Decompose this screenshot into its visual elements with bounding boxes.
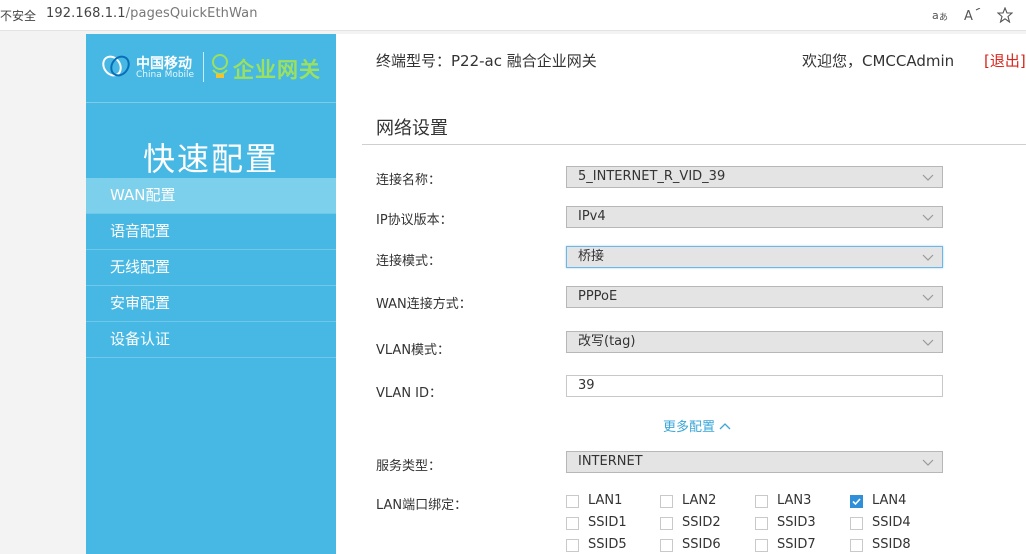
ip-version-label: IP协议版本：: [376, 213, 453, 228]
port-label: SSID5: [588, 537, 627, 552]
security-warning-label[interactable]: 不安全: [0, 7, 36, 24]
wan-type-value: PPPoE: [578, 289, 618, 304]
welcome-text: 欢迎您，CMCCAdmin: [802, 52, 955, 70]
chevron-down-icon: [922, 174, 934, 181]
port-label: SSID2: [682, 515, 721, 530]
port-label: SSID8: [872, 537, 911, 552]
wan-type-label: WAN连接方式：: [376, 297, 472, 312]
url-path: /pagesQuickEthWan: [125, 6, 258, 21]
port-label: SSID4: [872, 515, 911, 530]
more-config-toggle[interactable]: 更多配置: [663, 416, 731, 435]
vlan-id-input[interactable]: 39: [566, 375, 943, 397]
lan-binding-label: LAN端口绑定：: [376, 498, 468, 513]
connection-mode-select[interactable]: 桥接: [566, 246, 943, 268]
wan-type-select[interactable]: PPPoE: [566, 286, 943, 308]
checkbox-box: [755, 495, 768, 508]
checkbox-box: [660, 539, 673, 552]
sidebar-menu: WAN配置 语音配置 无线配置 安审配置 设备认证: [86, 178, 336, 358]
sidebar-title: 快速配置: [142, 140, 279, 178]
text-size-icon[interactable]: A: [962, 4, 984, 26]
favorite-star-icon[interactable]: [994, 4, 1016, 26]
china-mobile-logo-icon: [102, 55, 130, 77]
more-config-label: 更多配置: [663, 420, 716, 435]
connection-name-value: 5_INTERNET_R_VID_39: [578, 169, 726, 184]
logout-link[interactable]: [退出]: [984, 50, 1026, 71]
connection-name-select[interactable]: 5_INTERNET_R_VID_39: [566, 166, 943, 188]
checkbox-box: [660, 517, 673, 530]
ip-version-value: IPv4: [578, 209, 606, 224]
port-label: SSID6: [682, 537, 721, 552]
connection-mode-value: 桥接: [578, 249, 605, 264]
checkbox-box: [850, 539, 863, 552]
vlan-id-label: VLAN ID：: [376, 386, 443, 401]
port-label: SSID1: [588, 515, 627, 530]
enterprise-gateway-logo-icon: [212, 54, 228, 78]
brand-name-en: China Mobile: [136, 70, 195, 80]
section-divider: [362, 144, 1026, 145]
chevron-down-icon: [922, 459, 934, 466]
section-title: 网络设置: [376, 118, 448, 139]
port-label: SSID7: [777, 537, 816, 552]
browser-toolbar-icons: aあ A: [930, 3, 1026, 27]
ip-version-select[interactable]: IPv4: [566, 206, 943, 228]
product-name: 企业网关: [233, 58, 321, 82]
chevron-down-icon: [922, 214, 934, 221]
checkbox-box: [850, 517, 863, 530]
chevron-up-icon: [719, 423, 731, 430]
logo-divider: [203, 52, 204, 82]
sidebar-item-device-auth[interactable]: 设备认证: [86, 322, 336, 358]
port-label: LAN2: [682, 493, 717, 508]
vlan-mode-label: VLAN模式：: [376, 343, 451, 358]
svg-text:a: a: [932, 9, 939, 22]
read-aloud-icon[interactable]: aあ: [930, 4, 952, 26]
connection-mode-label: 连接模式：: [376, 254, 442, 269]
checkbox-box: [755, 539, 768, 552]
sidebar-item-wan[interactable]: WAN配置: [86, 178, 336, 214]
checkbox-box: [566, 495, 579, 508]
svg-text:A: A: [964, 9, 973, 22]
chevron-down-icon: [922, 254, 934, 261]
port-label: LAN3: [777, 493, 812, 508]
port-label: LAN1: [588, 493, 623, 508]
checkbox-box: [660, 495, 673, 508]
vlan-mode-select[interactable]: 改写(tag): [566, 331, 943, 353]
checkbox-checked-icon: [850, 495, 863, 508]
browser-address-bar: 不安全 192.168.1.1/pagesQuickEthWan aあ A: [0, 0, 1026, 31]
connection-name-label: 连接名称：: [376, 173, 442, 188]
port-label: SSID3: [777, 515, 816, 530]
url-host: 192.168.1.1: [46, 6, 126, 21]
sidebar-item-wireless[interactable]: 无线配置: [86, 250, 336, 286]
vlan-mode-value: 改写(tag): [578, 334, 636, 349]
checkbox-box: [566, 517, 579, 530]
checkbox-box: [566, 539, 579, 552]
service-type-label: 服务类型：: [376, 459, 442, 474]
sidebar-item-security-audit[interactable]: 安审配置: [86, 286, 336, 322]
svg-text:あ: あ: [939, 12, 948, 22]
sidebar-item-voice[interactable]: 语音配置: [86, 214, 336, 250]
sidebar: 中国移动 China Mobile 企业网关 快速配置 WAN配置 语音配置 无…: [86, 34, 336, 554]
address-bar-url[interactable]: 192.168.1.1/pagesQuickEthWan: [46, 6, 258, 21]
service-type-value: INTERNET: [578, 454, 643, 469]
logo-area: 中国移动 China Mobile 企业网关: [86, 34, 336, 103]
device-model: 终端型号：P22-ac 融合企业网关: [376, 52, 597, 70]
service-type-select[interactable]: INTERNET: [566, 451, 943, 473]
chevron-down-icon: [922, 339, 934, 346]
checkbox-box: [755, 517, 768, 530]
port-label: LAN4: [872, 493, 907, 508]
chevron-down-icon: [922, 294, 934, 301]
